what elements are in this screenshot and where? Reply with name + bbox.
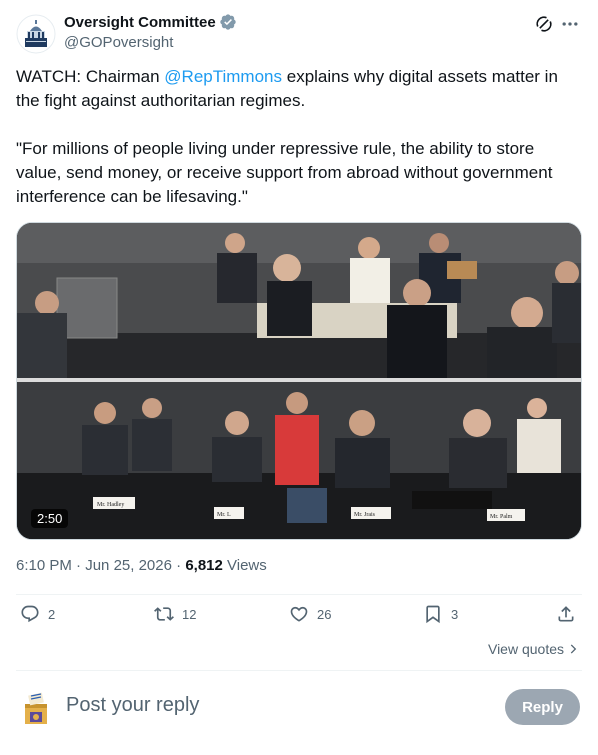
author-avatar[interactable]: [16, 14, 56, 54]
like-button[interactable]: 26: [289, 604, 331, 624]
tweet-time[interactable]: 6:10 PM: [16, 557, 72, 574]
more-icon[interactable]: [560, 14, 580, 34]
share-button[interactable]: [556, 604, 584, 624]
retweet-button[interactable]: 12: [154, 604, 196, 624]
retweet-icon: [154, 607, 174, 621]
reply-composer: Post your reply Reply: [16, 686, 582, 730]
tweet-text-line1: WATCH: Chairman @RepTimmons explains why…: [16, 67, 558, 110]
view-quotes-link[interactable]: View quotes: [488, 641, 580, 657]
tweet-header: Oversight Committee @GOPoversight: [16, 12, 582, 56]
nameplate-text-4: Mr. Palm: [490, 514, 513, 520]
views-label: Views: [222, 557, 267, 574]
nameplate-text-2: Mr. L: [217, 512, 231, 518]
grok-icon[interactable]: [534, 14, 554, 34]
reply-submit-button[interactable]: Reply: [505, 689, 580, 725]
reply-count: 2: [48, 606, 56, 622]
bookmark-icon: [426, 605, 440, 624]
nameplate-text-3: Mr. Jrais: [354, 512, 376, 518]
bookmark-count: 3: [451, 606, 459, 622]
author-name[interactable]: Oversight Committee: [64, 14, 216, 31]
view-quotes-label: View quotes: [487, 641, 564, 657]
user-avatar[interactable]: [20, 690, 52, 726]
verified-badge-icon: [219, 13, 237, 31]
reply-button[interactable]: 2: [20, 604, 55, 624]
chevron-right-icon: [570, 644, 577, 654]
divider: [16, 670, 582, 671]
reply-input[interactable]: Post your reply: [66, 694, 199, 717]
author-handle[interactable]: @GOPoversight: [64, 34, 173, 51]
bookmark-button[interactable]: 3: [423, 604, 458, 624]
heart-icon: [290, 606, 308, 622]
retweet-count: 12: [182, 606, 197, 622]
video-thumbnail: Mr. Hadley Mr. L Mr. Jrais Mr. Palm: [17, 223, 581, 539]
video-player[interactable]: Mr. Hadley Mr. L Mr. Jrais Mr. Palm 2:50: [16, 222, 582, 540]
divider: [16, 594, 582, 595]
like-count: 26: [317, 606, 332, 622]
mention-link[interactable]: @RepTimmons: [164, 67, 282, 86]
nameplate-text-1: Mr. Hadley: [97, 502, 124, 508]
tweet-meta: 6:10 PM · Jun 25, 2026 · 6,812 Views: [16, 557, 267, 574]
share-icon: [558, 606, 574, 622]
action-bar: 2 12 26 3: [16, 596, 582, 640]
tweet-quote-text: "For millions of people living under rep…: [16, 139, 553, 206]
video-duration: 2:50: [31, 509, 69, 528]
reply-icon: [21, 605, 39, 623]
tweet-text: WATCH: Chairman @RepTimmons explains why…: [16, 65, 582, 209]
views-count: 6,812: [185, 557, 223, 574]
tweet-date[interactable]: Jun 25, 2026: [85, 557, 172, 574]
